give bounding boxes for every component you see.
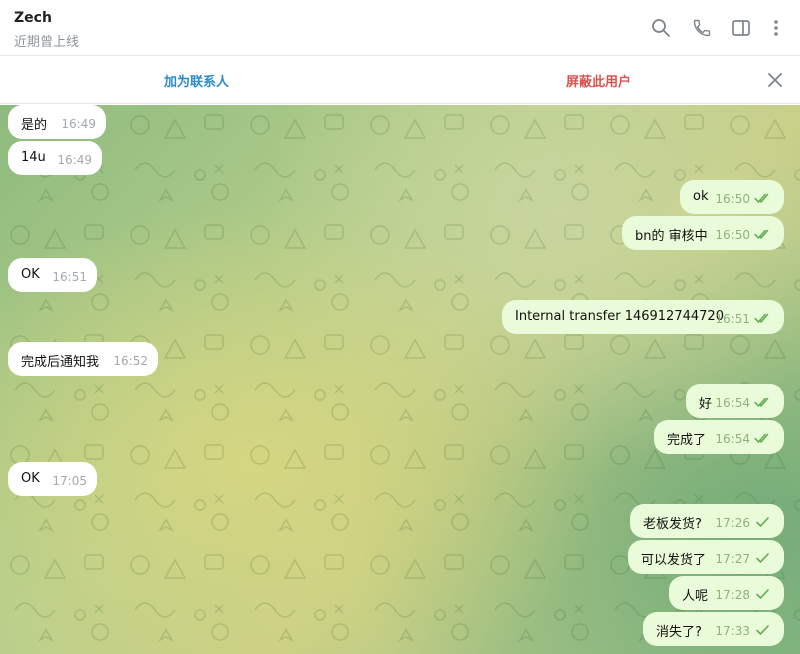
double-check-icon <box>754 397 769 407</box>
sidebar-toggle-icon[interactable] <box>729 16 753 40</box>
incoming-message[interactable]: 完成后通知我 16:52 <box>8 342 158 376</box>
message-time: 17:33 <box>715 624 750 638</box>
single-check-icon <box>756 553 769 563</box>
search-icon[interactable] <box>649 16 673 40</box>
contact-name[interactable]: Zech <box>14 10 52 26</box>
outgoing-message[interactable]: 好 16:54 <box>686 384 784 418</box>
message-time: 17:26 <box>715 516 750 530</box>
incoming-message[interactable]: 14u 16:49 <box>8 141 102 175</box>
single-check-icon <box>756 589 769 599</box>
single-check-icon <box>756 625 769 635</box>
double-check-icon <box>754 193 769 203</box>
message-text: 完成了 <box>667 433 707 448</box>
message-text: bn的 审核中 <box>635 229 708 244</box>
message-time: 16:54 <box>715 432 750 446</box>
incoming-message[interactable]: OK 16:51 <box>8 258 97 292</box>
message-time: 16:49 <box>61 117 96 131</box>
double-check-icon <box>754 433 769 443</box>
message-text: 可以发货了 <box>641 553 707 568</box>
outgoing-message[interactable]: Internal transfer 146912744720 16:51 <box>502 300 784 334</box>
block-user-button[interactable]: 屏蔽此用户 <box>566 71 631 90</box>
double-check-icon <box>754 313 769 323</box>
contact-action-bar: 加为联系人 屏蔽此用户 <box>0 57 800 104</box>
message-time: 16:52 <box>113 354 148 368</box>
more-vertical-icon[interactable] <box>764 16 788 40</box>
outgoing-message[interactable]: bn的 审核中 16:50 <box>622 216 784 250</box>
message-text: OK <box>21 471 40 486</box>
message-text: 好 <box>699 397 713 412</box>
message-text: 是的 <box>21 118 48 133</box>
message-text: 消失了? <box>656 625 702 640</box>
message-list[interactable]: 是的 16:49 14u 16:49 ok 16:50 bn的 审核中 16:50 OK 16:5… <box>0 105 800 654</box>
incoming-message[interactable]: 是的 16:49 <box>8 105 106 139</box>
incoming-message[interactable]: OK 17:05 <box>8 462 97 496</box>
double-check-icon <box>754 229 769 239</box>
contact-status: 近期曾上线 <box>14 35 80 50</box>
outgoing-message[interactable]: 人呢 17:28 <box>669 576 784 610</box>
message-text: OK <box>21 267 40 282</box>
outgoing-message[interactable]: 消失了? 17:33 <box>643 612 784 646</box>
message-time: 16:51 <box>715 312 750 326</box>
message-text: 完成后通知我 <box>21 355 100 370</box>
add-contact-button[interactable]: 加为联系人 <box>164 71 229 90</box>
message-time: 17:27 <box>715 552 750 566</box>
outgoing-message[interactable]: 可以发货了 17:27 <box>628 540 784 574</box>
outgoing-message[interactable]: 老板发货? 17:26 <box>630 504 784 538</box>
message-time: 16:50 <box>715 228 750 242</box>
message-text: Internal transfer 146912744720 <box>515 309 724 324</box>
outgoing-message[interactable]: ok 16:50 <box>680 180 784 214</box>
message-time: 16:49 <box>57 153 92 167</box>
message-text: ok <box>693 189 709 204</box>
message-time: 16:51 <box>52 270 87 284</box>
message-text: 人呢 <box>682 589 709 604</box>
chat-header: Zech 近期曾上线 <box>0 0 800 56</box>
message-time: 16:50 <box>715 192 750 206</box>
message-time: 17:05 <box>52 474 87 488</box>
message-time: 16:54 <box>715 396 750 410</box>
message-time: 17:28 <box>715 588 750 602</box>
message-text: 14u <box>21 150 46 165</box>
single-check-icon <box>756 517 769 527</box>
outgoing-message[interactable]: 完成了 16:54 <box>654 420 784 454</box>
close-icon[interactable] <box>764 69 786 91</box>
phone-icon[interactable] <box>690 16 714 40</box>
message-text: 老板发货? <box>643 517 702 532</box>
